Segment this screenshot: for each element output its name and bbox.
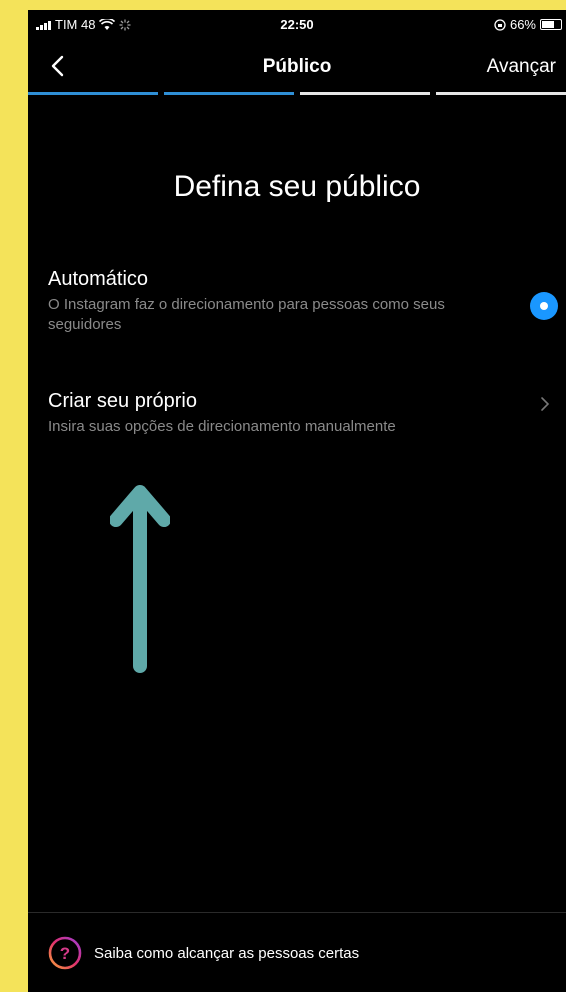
phone-screen: TIM 48 22:50 66% Público Avançar Defina …: [28, 10, 566, 992]
next-button[interactable]: Avançar: [487, 56, 556, 78]
option-description: Insira suas opções de direcionamento man…: [48, 418, 396, 435]
option-description: O Instagram faz o direcionamento para pe…: [48, 296, 445, 333]
chevron-right-icon[interactable]: [536, 395, 554, 413]
progress-segment: [164, 92, 294, 95]
step-progress: [28, 92, 566, 96]
radio-selected-icon[interactable]: [530, 292, 558, 320]
option-create-own[interactable]: Criar seu próprio Insira suas opções de …: [48, 390, 566, 437]
option-title: Criar seu próprio: [48, 390, 197, 412]
nav-bar: Público Avançar: [28, 40, 566, 92]
footer-divider: [28, 912, 566, 913]
annotation-arrow-icon: [110, 485, 170, 673]
option-automatic[interactable]: Automático O Instagram faz o direcioname…: [48, 268, 566, 334]
status-right: 66%: [494, 17, 562, 32]
status-bar: TIM 48 22:50 66%: [28, 10, 566, 38]
page-title: Público: [262, 56, 332, 77]
battery-percent: 66%: [509, 17, 536, 32]
svg-text:?: ?: [60, 944, 70, 963]
battery-icon: [540, 19, 562, 30]
progress-segment: [300, 92, 430, 95]
clock: 22:50: [280, 17, 314, 32]
progress-segment: [436, 92, 566, 95]
help-link[interactable]: ? Saiba como alcançar as pessoas certas: [48, 936, 359, 970]
help-link-label: Saiba como alcançar as pessoas certas: [94, 944, 360, 962]
progress-segment: [28, 92, 158, 95]
option-title: Automático: [48, 268, 149, 290]
help-question-icon: ?: [48, 936, 82, 970]
section-heading: Defina seu público: [173, 170, 421, 203]
orientation-lock-icon: [494, 18, 506, 31]
